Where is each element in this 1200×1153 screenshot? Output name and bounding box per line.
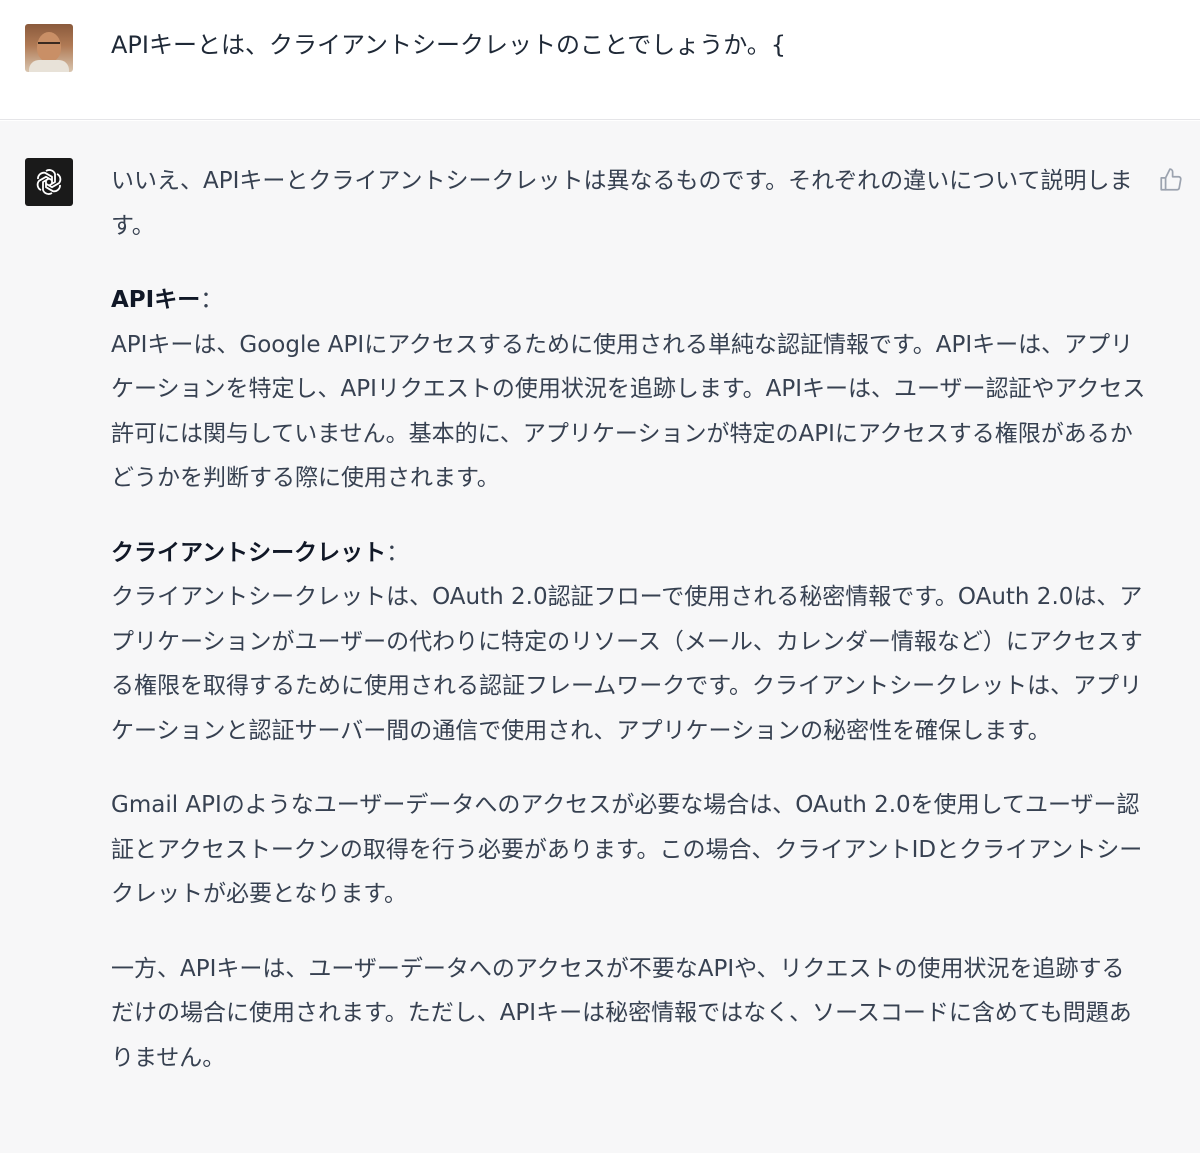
section-heading: APIキー <box>111 287 201 313</box>
section-apikey: APIキー： APIキーは、Google APIにアクセスするために使用される単… <box>111 278 1146 501</box>
assistant-message-text: いいえ、APIキーとクライアントシークレットは異なるものです。それぞれの違いにつ… <box>111 159 1146 1110</box>
user-avatar <box>25 24 73 72</box>
user-message-text: APIキーとは、クライアントシークレットのことでしょうか。{ <box>111 31 787 59</box>
section-colon: ： <box>386 539 410 566</box>
assistant-message-row: いいえ、APIキーとクライアントシークレットは異なるものです。それぞれの違いにつ… <box>0 121 1200 1153</box>
section-heading: クライアントシークレット <box>111 539 387 566</box>
openai-logo-icon <box>25 158 73 206</box>
section-body: APIキーは、Google APIにアクセスするために使用される単純な認証情報で… <box>111 331 1146 492</box>
user-message-row: APIキーとは、クライアントシークレットのことでしょうか。{ <box>0 0 1200 120</box>
section-client-secret: クライアントシークレット： クライアントシークレットは、OAuth 2.0認証フ… <box>111 531 1146 754</box>
section-colon: ： <box>200 287 224 313</box>
section-body: クライアントシークレットは、OAuth 2.0認証フローで使用される秘密情報です… <box>111 584 1143 744</box>
apikey-usage-paragraph: 一方、APIキーは、ユーザーデータへのアクセスが不要なAPIや、リクエストの使用… <box>111 955 1132 1071</box>
gmail-paragraph: Gmail APIのようなユーザーデータへのアクセスが必要な場合は、OAuth … <box>111 792 1143 907</box>
thumbs-up-icon[interactable] <box>1158 167 1184 193</box>
intro-paragraph: いいえ、APIキーとクライアントシークレットは異なるものです。それぞれの違いにつ… <box>111 168 1133 239</box>
